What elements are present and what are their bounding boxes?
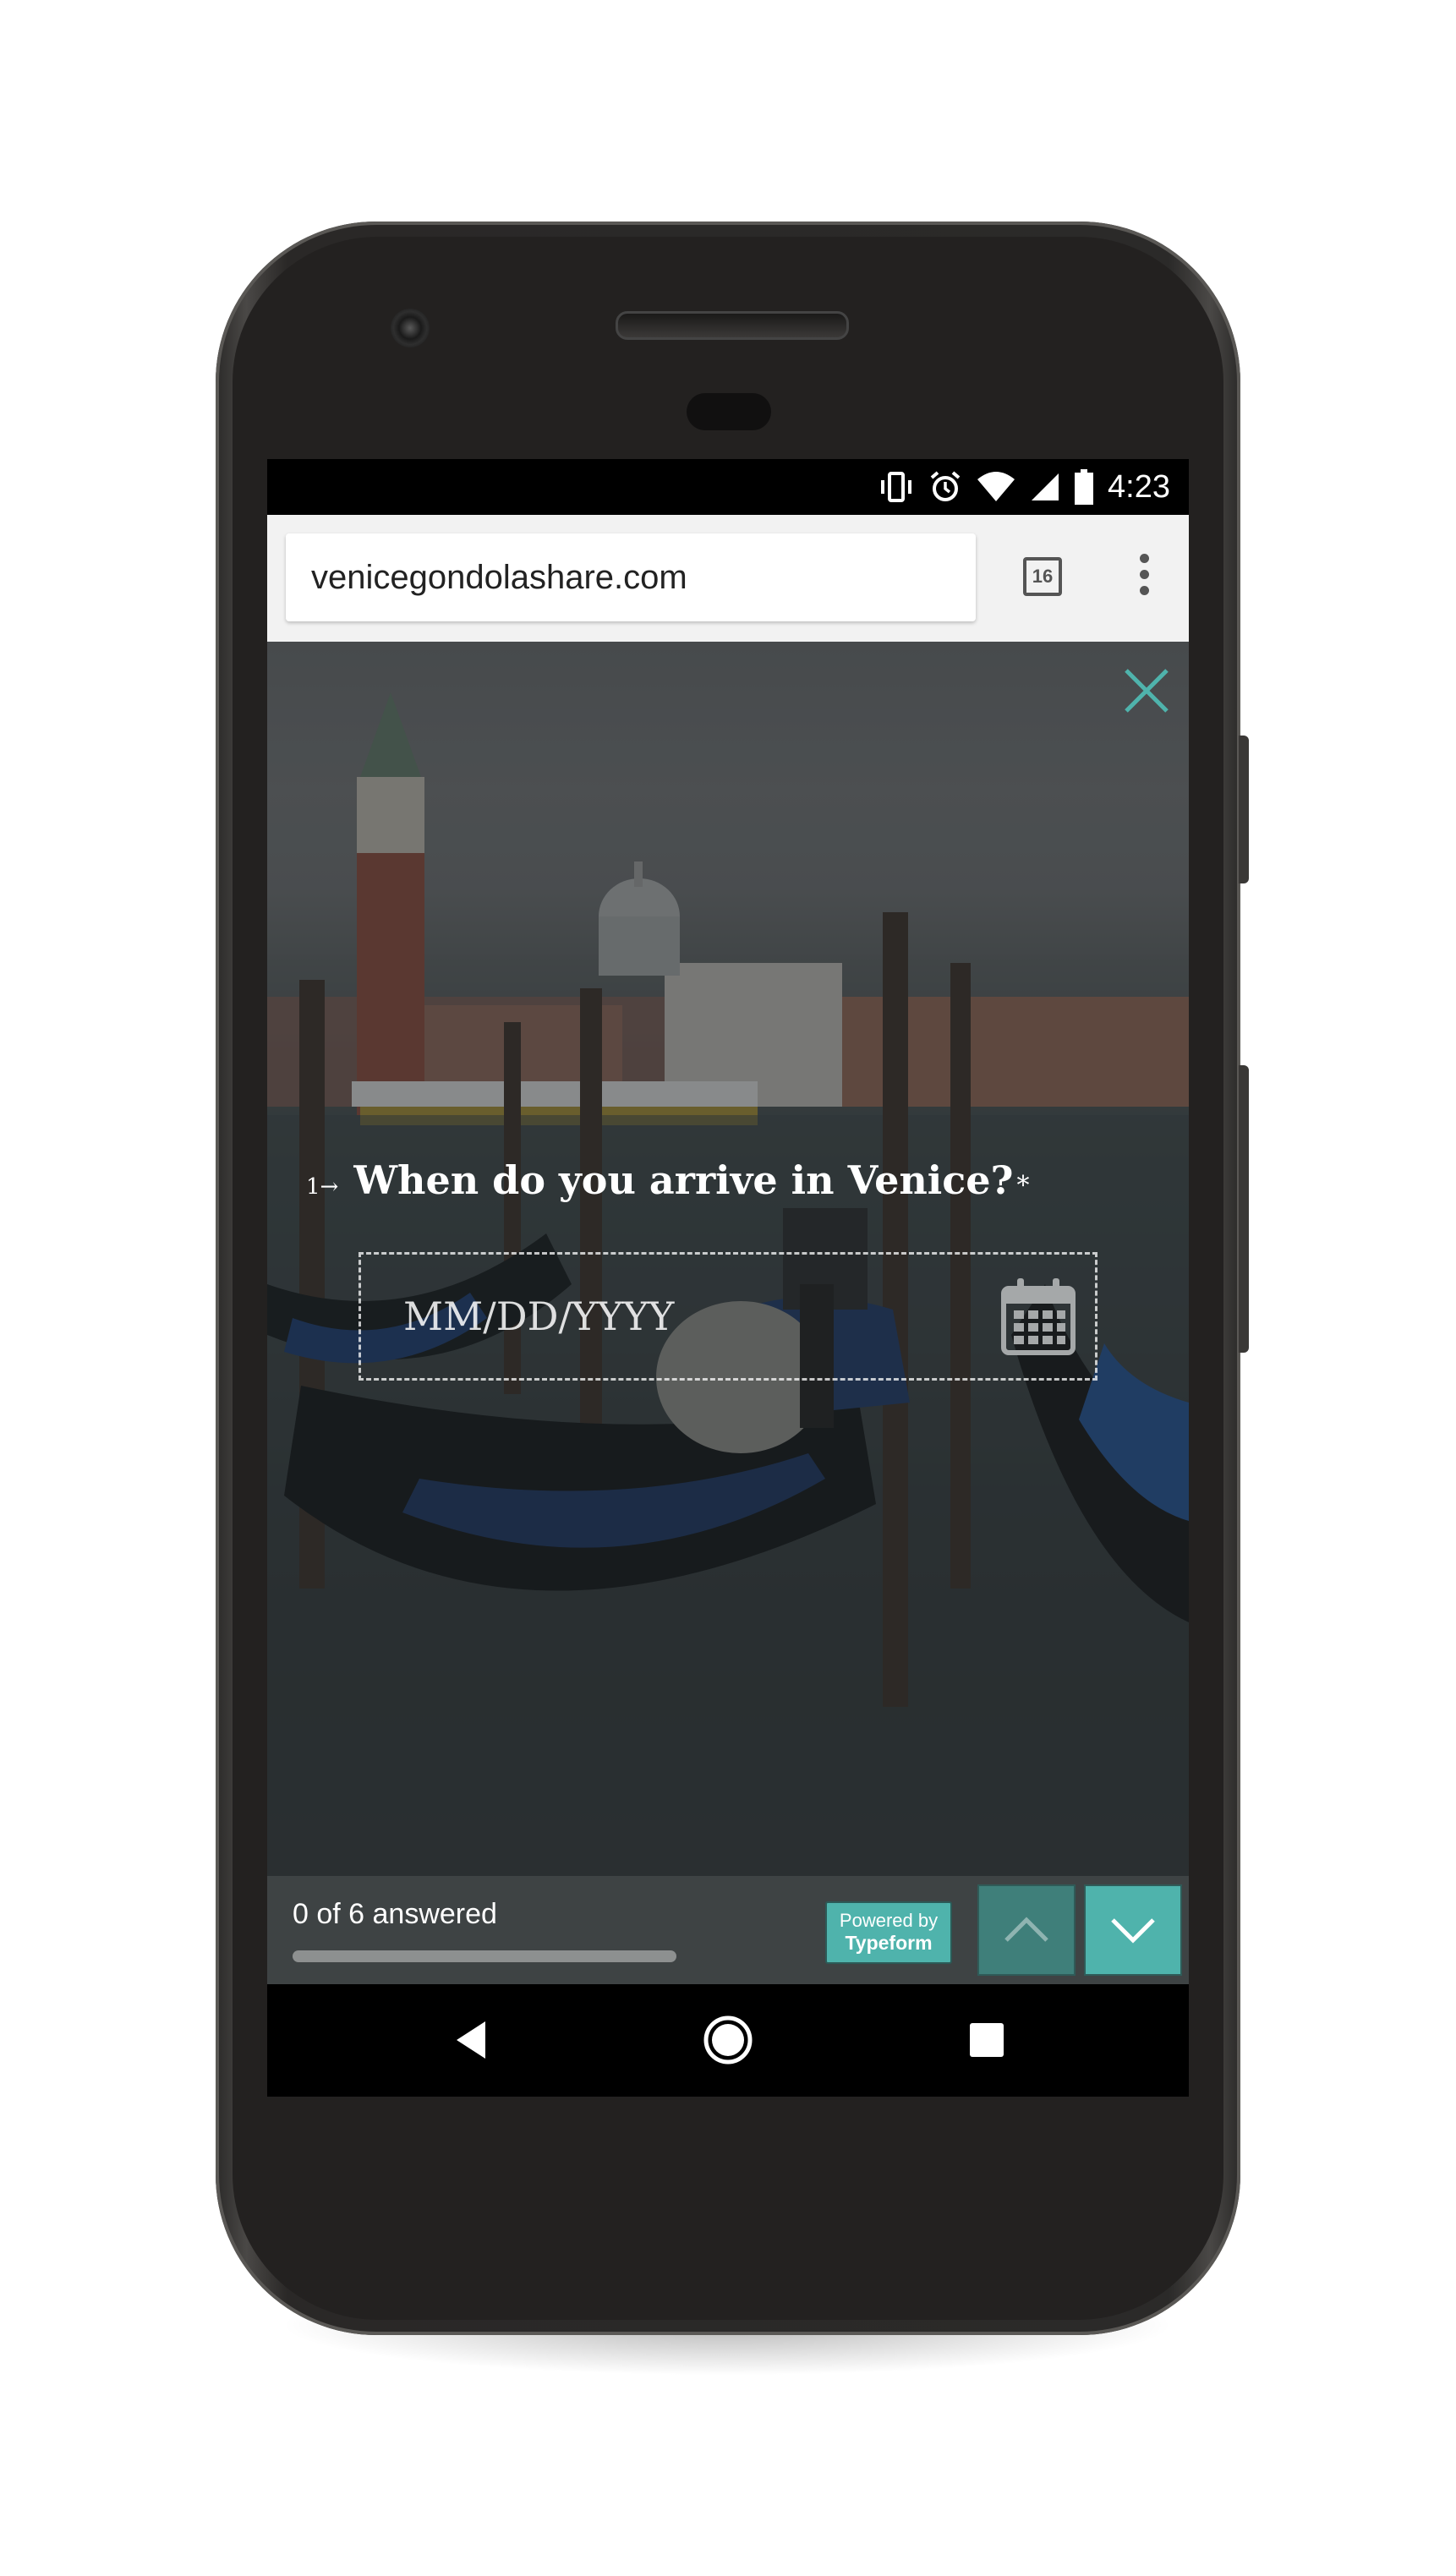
status-bar: 4:23 bbox=[267, 459, 1189, 515]
question-text: When do you arrive in Venice? bbox=[353, 1157, 1014, 1203]
signal-icon bbox=[1030, 472, 1060, 502]
wifi-icon bbox=[976, 471, 1016, 503]
tab-switcher-button[interactable]: 16 bbox=[1023, 557, 1062, 596]
chevron-down-icon bbox=[1111, 1918, 1155, 1944]
status-time: 4:23 bbox=[1108, 468, 1170, 505]
progress-bar bbox=[293, 1950, 676, 1962]
more-vert-icon[interactable] bbox=[1131, 554, 1157, 601]
question-heading: 1→ When do you arrive in Venice? * bbox=[306, 1157, 1029, 1203]
recents-icon[interactable] bbox=[956, 2010, 1017, 2070]
earpiece-speaker bbox=[616, 311, 849, 340]
url-text: venicegondolashare.com bbox=[311, 558, 687, 596]
chevron-up-icon bbox=[1004, 1917, 1048, 1942]
powered-by-label: Powered by bbox=[839, 1910, 939, 1931]
volume-button bbox=[1239, 1065, 1249, 1353]
calendar-icon[interactable] bbox=[1000, 1278, 1076, 1356]
tab-count: 16 bbox=[1032, 566, 1054, 587]
question-number: 1→ bbox=[306, 1174, 339, 1200]
back-icon[interactable] bbox=[445, 2010, 506, 2070]
browser-toolbar: venicegondolashare.com 16 bbox=[267, 515, 1189, 642]
vibrate-icon bbox=[878, 470, 915, 504]
phone-screen: 4:23 venicegondolashare.com 16 1→ When d… bbox=[267, 459, 1189, 2097]
answered-count: 0 of 6 answered bbox=[293, 1898, 497, 1930]
previous-question-button[interactable] bbox=[977, 1884, 1076, 1976]
power-button bbox=[1239, 736, 1249, 883]
home-icon[interactable] bbox=[698, 2010, 758, 2070]
typeform-brand: Typeform bbox=[845, 1932, 933, 1954]
android-navigation-bar bbox=[267, 1984, 1189, 2097]
typeform-question-panel: 1→ When do you arrive in Venice? * bbox=[267, 642, 1189, 1876]
url-field[interactable]: venicegondolashare.com bbox=[286, 533, 976, 621]
next-question-button[interactable] bbox=[1084, 1884, 1182, 1976]
required-marker: * bbox=[1016, 1171, 1030, 1200]
powered-by-typeform-badge[interactable]: Powered by Typeform bbox=[825, 1901, 952, 1964]
front-camera bbox=[391, 309, 430, 347]
date-field bbox=[359, 1252, 1097, 1381]
alarm-icon bbox=[928, 470, 962, 504]
battery-icon bbox=[1074, 469, 1094, 505]
proximity-sensor bbox=[687, 393, 771, 430]
date-input[interactable] bbox=[402, 1293, 929, 1340]
close-icon[interactable] bbox=[1121, 665, 1172, 716]
form-footer: 0 of 6 answered Powered by Typeform bbox=[267, 1876, 1189, 1984]
